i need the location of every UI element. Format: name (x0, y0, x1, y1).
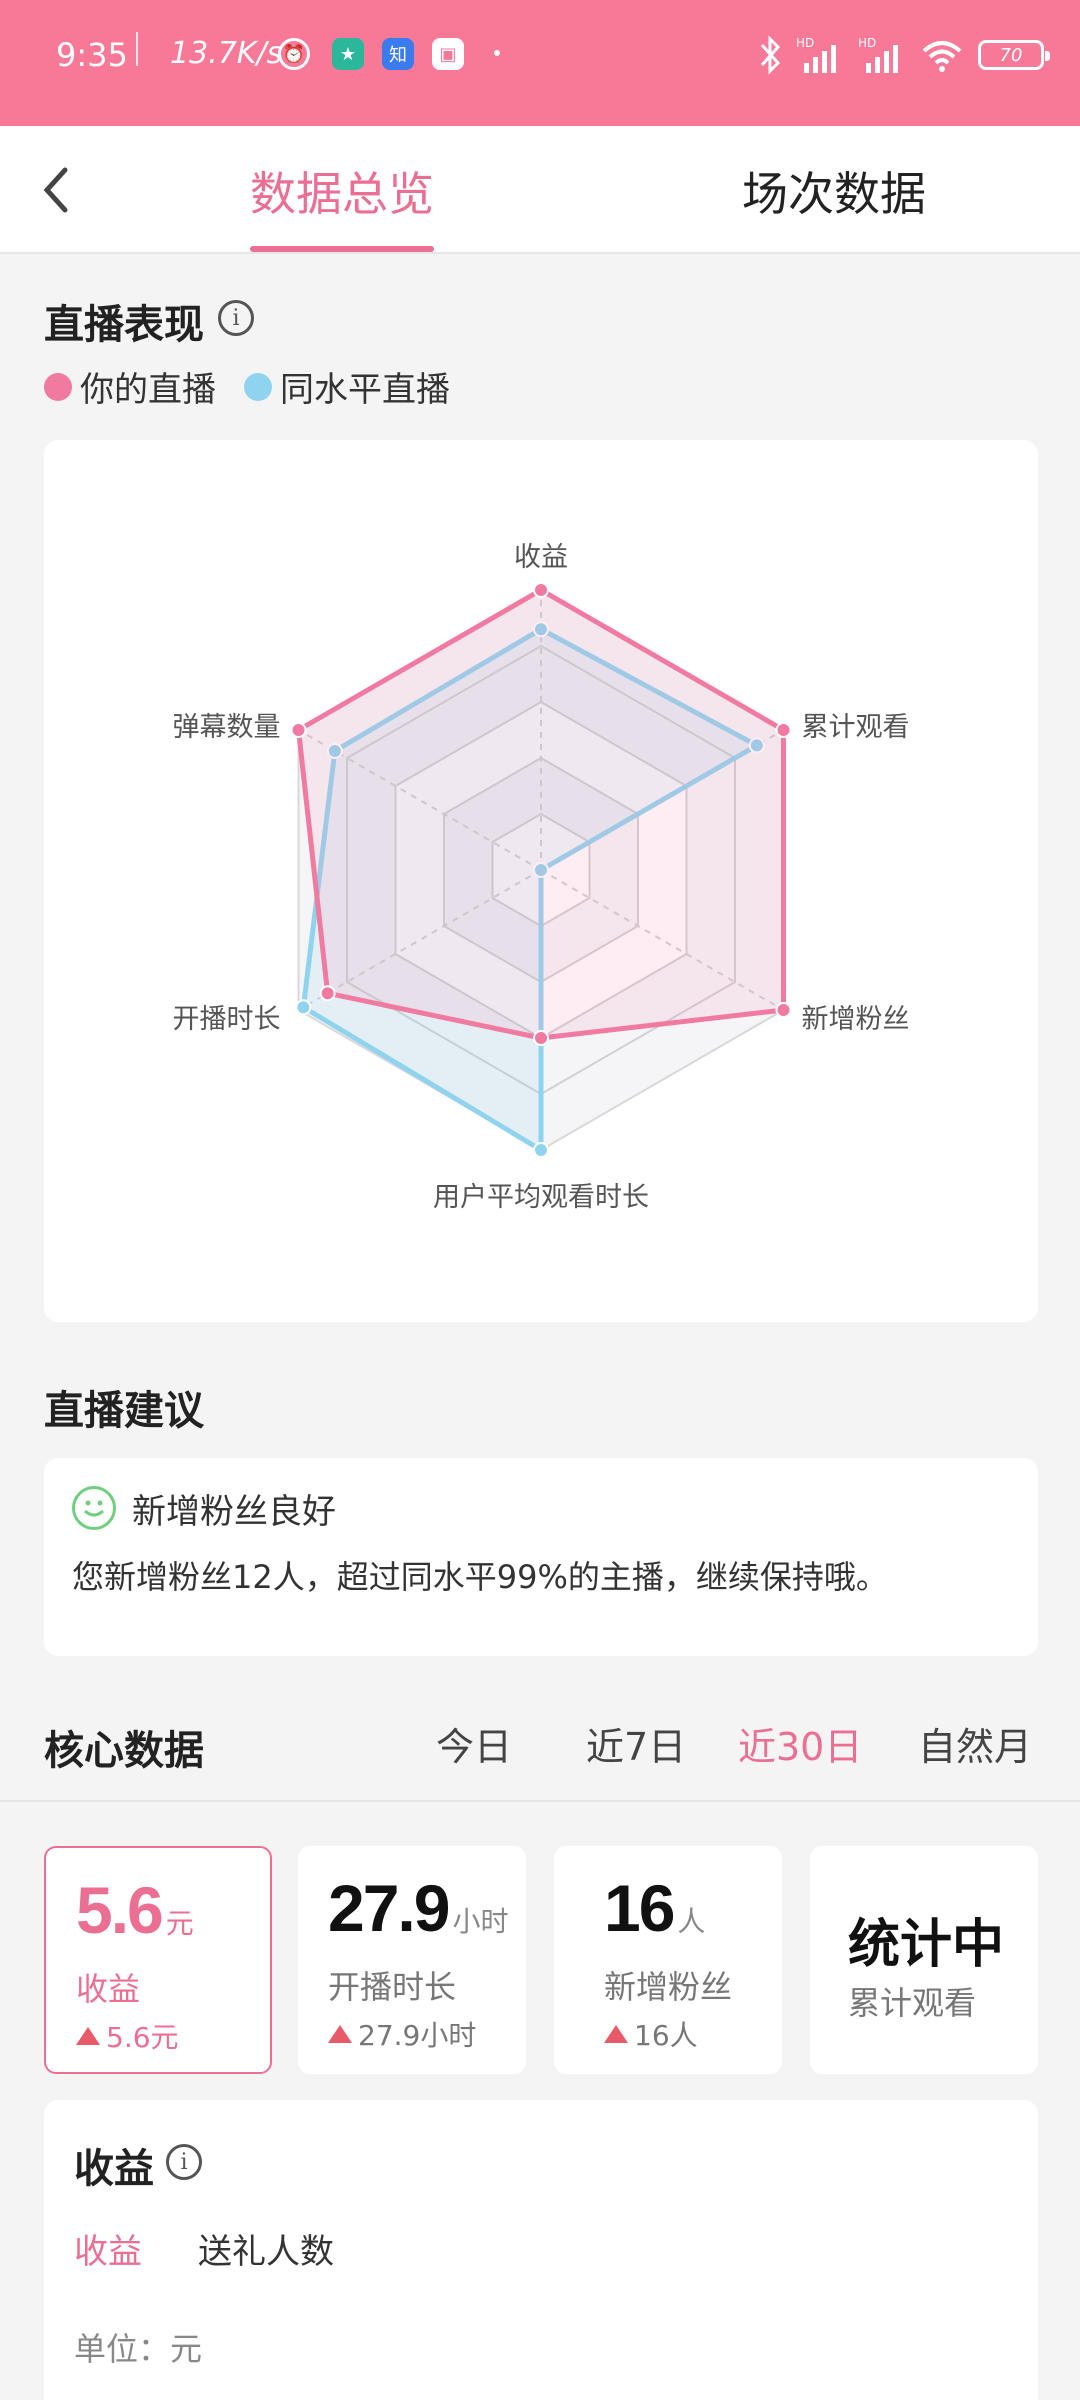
suggestion-title: 新增粉丝良好 (132, 1492, 336, 1532)
performance-info-icon[interactable]: i (218, 300, 254, 336)
metric-value: 5.6 元 (76, 1873, 194, 1947)
income-tab-income[interactable]: 收益 (74, 2224, 142, 2273)
radar-axis-label: 新增粉丝 (801, 1004, 909, 1035)
legend-item-peer-live: 同水平直播 (244, 362, 450, 411)
top-tab-bar: 数据总览 场次数据 (0, 126, 1080, 254)
metric-unit: 元 (165, 1908, 194, 1939)
radar-point (533, 582, 549, 598)
income-card: 收益 i 收益 送礼人数 单位：元 (44, 2100, 1038, 2400)
status-separator (136, 32, 138, 66)
back-button[interactable] (28, 162, 84, 218)
svg-text:HD: HD (796, 36, 814, 50)
status-right: HD HD 70 (758, 30, 1050, 80)
income-info-icon[interactable]: i (166, 2144, 202, 2180)
performance-title: 直播表现 (44, 302, 204, 348)
radar-axis-label: 用户平均观看时长 (433, 1182, 649, 1213)
radar-point (319, 985, 336, 1002)
metric-card-total-views[interactable]: 统计中 累计观看 (810, 1846, 1038, 2074)
tab-session-data[interactable]: 场次数据 (742, 158, 926, 224)
legend-label-peer-live: 同水平直播 (280, 370, 450, 410)
radar-axis-label: 收益 (514, 542, 568, 573)
core-data-header: 核心数据 今日 近7日 近30日 自然月 (0, 1700, 1080, 1802)
metric-unit: 小时 (452, 1906, 509, 1937)
radar-point (290, 722, 307, 738)
radar-axis-label: 开播时长 (173, 1004, 281, 1035)
status-time: 9:35 (56, 36, 128, 74)
metric-delta: 5.6元 (76, 2016, 179, 2056)
metric-card-new-followers[interactable]: 16 人 新增粉丝 16人 (554, 1846, 782, 2074)
metric-delta: 27.9小时 (328, 2014, 476, 2054)
suggestion-text: 您新增粉丝12人，超过同水平99%的主播，继续保持哦。 (72, 1558, 888, 1596)
alarm-icon: ⏰ (278, 38, 310, 70)
metric-label: 累计观看 (848, 1984, 977, 2022)
legend-item-your-live: 你的直播 (44, 362, 216, 411)
wifi-icon (922, 41, 962, 72)
tab-data-overview[interactable]: 数据总览 (250, 158, 434, 224)
metric-value: 统计中 (848, 1916, 1005, 1974)
period-natural-month[interactable]: 自然月 (918, 1716, 1032, 1771)
metric-card-income[interactable]: 5.6 元 收益 5.6元 (44, 1846, 272, 2074)
radar-series-your-live (296, 587, 786, 1041)
period-7-days[interactable]: 近7日 (586, 1716, 686, 1771)
app-zhihu-icon: 知 (382, 38, 414, 70)
core-data-title: 核心数据 (44, 1728, 204, 1774)
radar-point (533, 1030, 549, 1046)
radar-axis-label: 累计观看 (801, 712, 909, 743)
up-triangle-icon (604, 2025, 628, 2043)
metric-value: 16 人 (604, 1871, 706, 1945)
up-triangle-icon (76, 2027, 100, 2045)
up-triangle-icon (328, 2025, 352, 2043)
battery-icon: 70 (978, 40, 1050, 70)
radar-legend: 你的直播 同水平直播 (44, 362, 478, 411)
active-tab-indicator (250, 246, 434, 252)
income-unit-label: 单位：元 (74, 2330, 203, 2368)
bluetooth-icon (760, 35, 781, 75)
radar-axis-label: 弹幕数量 (173, 712, 281, 743)
chevron-left-icon (43, 167, 68, 213)
battery-level: 70 (999, 44, 1023, 66)
metric-label: 新增粉丝 (604, 1968, 733, 2006)
legend-label-your-live: 你的直播 (80, 370, 216, 410)
metric-label: 开播时长 (328, 1968, 457, 2006)
income-tab-gift-senders[interactable]: 送礼人数 (198, 2224, 334, 2273)
income-title: 收益 (74, 2146, 154, 2192)
period-today[interactable]: 今日 (436, 1716, 512, 1771)
smile-icon (72, 1486, 116, 1530)
metric-card-stream-duration[interactable]: 27.9 小时 开播时长 27.9小时 (298, 1846, 526, 2074)
app-runner-icon: ★ (332, 38, 364, 70)
metric-label: 收益 (76, 1970, 141, 2008)
metric-unit: 人 (677, 1906, 706, 1937)
period-30-days[interactable]: 近30日 (738, 1716, 862, 1771)
status-bar: 9:35 13.7K/s ⏰ ★ 知 ▣ HD HD 70 (0, 0, 1080, 126)
radar-point (775, 722, 792, 738)
network-speed: 13.7K/s (170, 36, 283, 71)
legend-dot-peer-live (244, 372, 272, 401)
radar-point (775, 1002, 792, 1018)
radar-chart-card: 收益累计观看新增粉丝用户平均观看时长 开播时长 弹幕数量 (44, 440, 1038, 1322)
more-notifications-icon (494, 50, 500, 56)
svg-text:HD: HD (858, 36, 876, 50)
suggestion-section-title: 直播建议 (44, 1388, 204, 1434)
radar-point (533, 1142, 549, 1158)
legend-dot-your-live (44, 372, 72, 401)
radar-point (295, 999, 312, 1016)
app-bilibili-icon: ▣ (432, 38, 464, 70)
signal-hd-1-icon: HD (796, 36, 836, 73)
radar-chart: 收益累计观看新增粉丝用户平均观看时长 开播时长 弹幕数量 (173, 542, 910, 1213)
suggestion-card: 新增粉丝良好 您新增粉丝12人，超过同水平99%的主播，继续保持哦。 (44, 1458, 1038, 1656)
metric-value: 27.9 小时 (328, 1871, 509, 1945)
metric-delta: 16人 (604, 2014, 698, 2054)
signal-hd-2-icon: HD (858, 36, 898, 73)
